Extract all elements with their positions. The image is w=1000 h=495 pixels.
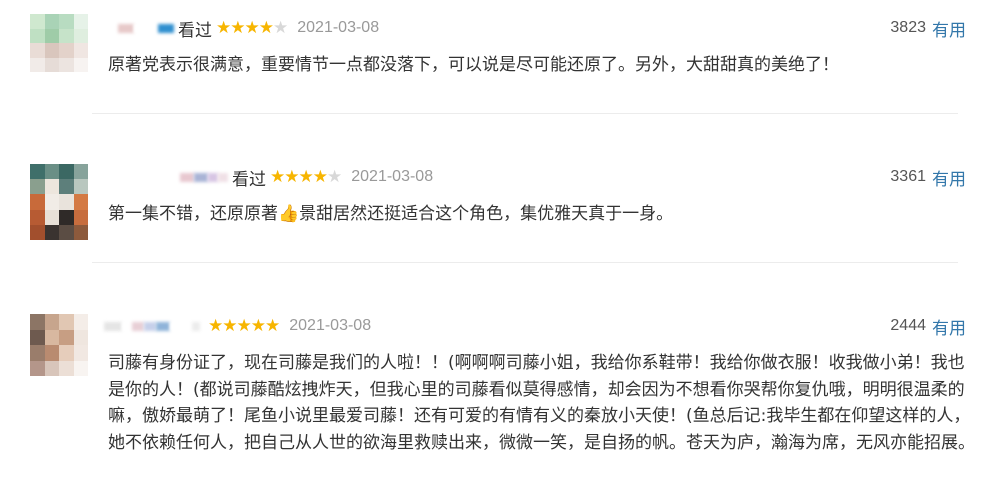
star-filled-icon: ★ [244,17,260,38]
vote-count: 2444 [890,317,926,334]
vote-area: 3361 有用 [890,165,966,190]
star-filled-icon: ★ [258,17,274,38]
vote-area: 3823 有用 [890,16,966,41]
star-empty-icon: ★ [327,166,342,187]
username[interactable] [104,321,200,331]
review-content: 第一集不错，还原原著👍景甜居然还挺适合这个角色，集优雅天真于一身。 [108,201,978,228]
review-date: 2021-03-08 [351,168,434,185]
star-filled-icon: ★ [312,166,328,187]
useful-button[interactable]: 有用 [932,16,966,41]
avatar[interactable] [30,14,88,72]
star-filled-icon: ★ [230,17,245,38]
username[interactable] [180,172,228,182]
star-filled-icon: ★ [270,166,285,187]
vote-count: 3823 [890,19,926,36]
divider [92,113,958,114]
star-filled-icon: ★ [236,315,252,336]
rating-stars: ★ ★ ★ ★ ★ [270,166,342,187]
username[interactable] [118,23,174,33]
review-content: 原著党表示很满意，重要情节一点都没落下，可以说是尽可能还原了。另外，大甜甜真的美… [108,55,839,75]
avatar[interactable] [30,164,88,240]
thumbs-up-icon: 👍 [278,204,300,224]
avatar[interactable] [30,314,88,376]
review-meta: ★ ★ ★ ★ ★ 2021-03-08 [104,314,371,338]
star-filled-icon: ★ [222,315,237,336]
star-filled-icon: ★ [284,166,299,187]
star-filled-icon: ★ [250,315,266,336]
review-text-part: 第一集不错，还原原著 [108,204,278,224]
star-filled-icon: ★ [265,315,280,336]
vote-count: 3361 [890,168,926,185]
star-filled-icon: ★ [216,17,231,38]
star-filled-icon: ★ [208,315,223,336]
star-filled-icon: ★ [298,166,314,187]
star-empty-icon: ★ [273,17,288,38]
useful-button[interactable]: 有用 [932,314,966,339]
useful-button[interactable]: 有用 [932,165,966,190]
review-date: 2021-03-08 [297,19,380,36]
watched-status: 看过 [178,20,212,41]
review-text-part: 景甜居然还挺适合这个角色，集优雅天真于一身。 [299,204,674,224]
rating-stars: ★ ★ ★ ★ ★ [216,17,288,38]
rating-stars: ★ ★ ★ ★ ★ [208,315,280,336]
watched-status: 看过 [232,169,266,190]
vote-area: 2444 有用 [890,314,966,339]
review-date: 2021-03-08 [289,317,372,334]
divider [92,262,958,263]
review-content: 司藤有身份证了，现在司藤是我们的人啦！！(啊啊啊司藤小姐，我给你系鞋带！我给你做… [108,353,975,453]
review-meta: 看过 ★ ★ ★ ★ ★ 2021-03-08 [118,16,380,41]
review-meta: 看过 ★ ★ ★ ★ ★ 2021-03-08 [180,165,434,190]
